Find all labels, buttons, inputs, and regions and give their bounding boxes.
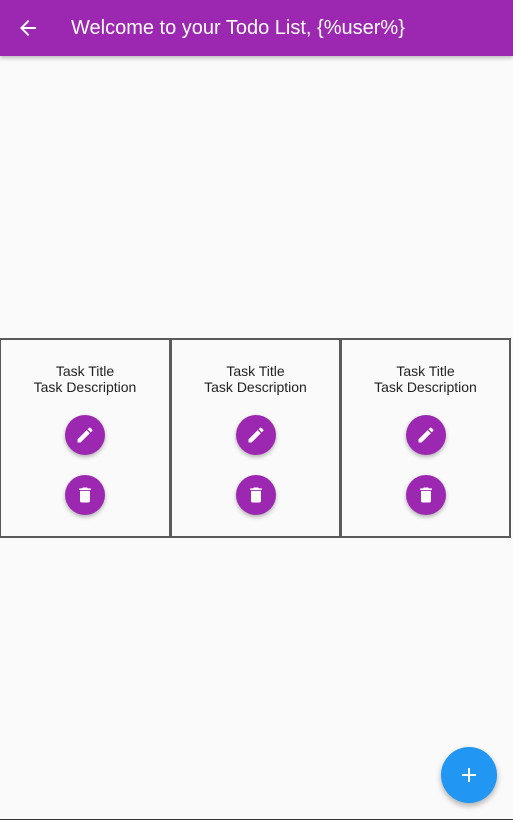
task-card: Task Title Task Description bbox=[340, 338, 511, 538]
task-description: Task Description bbox=[374, 379, 477, 395]
edit-task-button[interactable] bbox=[65, 415, 105, 455]
task-title: Task Title bbox=[55, 363, 115, 379]
pencil-icon bbox=[77, 427, 93, 443]
task-description: Task Description bbox=[33, 379, 137, 395]
task-description: Task Description bbox=[204, 379, 307, 395]
trash-icon bbox=[79, 487, 91, 503]
back-button[interactable] bbox=[0, 0, 56, 56]
trash-icon bbox=[249, 487, 262, 503]
task-card: Task Title Task Description bbox=[170, 338, 341, 538]
plus-icon bbox=[462, 768, 476, 782]
pencil-icon bbox=[248, 427, 264, 443]
task-text: Task Title Task Description bbox=[172, 363, 339, 395]
task-text: Task Title Task Description bbox=[342, 363, 509, 395]
delete-task-button[interactable] bbox=[235, 475, 276, 515]
task-title: Task Title bbox=[396, 363, 455, 379]
todo-app: Welcome to your Todo List, {%user%} Task… bbox=[0, 0, 513, 820]
app-bar: Welcome to your Todo List, {%user%} bbox=[0, 0, 513, 56]
task-card: Task Title Task Description bbox=[0, 338, 171, 538]
arrow-back-icon bbox=[20, 20, 36, 36]
edit-task-button[interactable] bbox=[235, 415, 276, 455]
add-task-button[interactable] bbox=[441, 747, 497, 803]
page-title: Welcome to your Todo List, {%user%} bbox=[71, 17, 405, 39]
delete-task-button[interactable] bbox=[65, 475, 105, 515]
task-title: Task Title bbox=[226, 363, 285, 379]
trash-icon bbox=[419, 487, 432, 503]
delete-task-button[interactable] bbox=[405, 475, 446, 515]
pencil-icon bbox=[418, 427, 434, 443]
task-list: Task Title Task Description Task Title T… bbox=[0, 338, 513, 538]
edit-task-button[interactable] bbox=[405, 415, 446, 455]
task-text: Task Title Task Description bbox=[1, 363, 169, 395]
